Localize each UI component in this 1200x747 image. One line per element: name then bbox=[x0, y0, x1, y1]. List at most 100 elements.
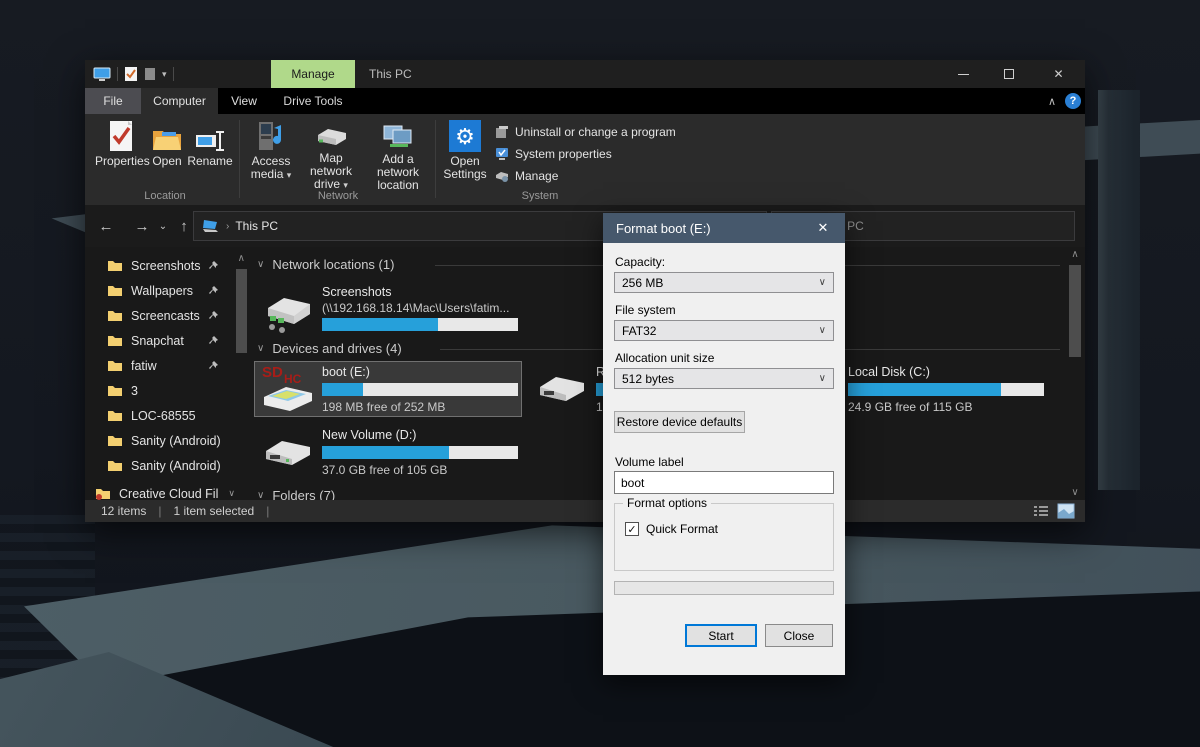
sidebar-item-loc-68555[interactable]: LOC-68555 bbox=[85, 403, 249, 428]
this-pc-icon bbox=[202, 219, 220, 233]
content-area: Screenshots Wallpapers Screencasts Snapc… bbox=[85, 247, 1085, 500]
capacity-bar bbox=[848, 383, 1044, 396]
sidebar-item-fatiw[interactable]: fatiw bbox=[85, 353, 249, 378]
filesystem-select[interactable]: FAT32 ∨ bbox=[614, 320, 834, 341]
properties-icon bbox=[108, 118, 134, 152]
uninstall-program-item[interactable]: Uninstall or change a program bbox=[495, 122, 676, 142]
file-explorer-window: ▾ Manage This PC ✕ File Computer View Dr… bbox=[85, 60, 1085, 522]
add-network-location-button[interactable]: Add a network location bbox=[365, 118, 431, 192]
dialog-close-button[interactable]: ✕ bbox=[809, 213, 837, 243]
svg-text:HC: HC bbox=[284, 372, 302, 386]
capacity-select[interactable]: 256 MB ∨ bbox=[614, 272, 834, 293]
allocation-select[interactable]: 512 bytes ∨ bbox=[614, 368, 834, 389]
settings-gear-icon: ⚙ bbox=[449, 118, 481, 152]
sidebar-item-3[interactable]: 3 bbox=[85, 378, 249, 403]
system-properties-label: System properties bbox=[515, 147, 612, 161]
help-button[interactable]: ? bbox=[1065, 93, 1081, 109]
sidebar-item-label: Snapchat bbox=[131, 334, 184, 348]
section-devices-drives[interactable]: ∨ Devices and drives (4) bbox=[257, 341, 402, 356]
sidebar-item-wallpapers[interactable]: Wallpapers bbox=[85, 278, 249, 303]
sidebar-item-sanity-android-1[interactable]: Sanity (Android) bbox=[85, 428, 249, 453]
sidebar-item-label: Sanity (Android) bbox=[131, 459, 221, 473]
ribbon: Properties Open Rename Access media ▾ bbox=[85, 114, 1085, 205]
section-network-locations[interactable]: ∨ Network locations (1) bbox=[257, 257, 394, 272]
tab-view[interactable]: View bbox=[218, 88, 270, 114]
forward-button[interactable]: → bbox=[129, 213, 155, 239]
quick-format-option[interactable]: ✓ Quick Format bbox=[625, 522, 718, 536]
items-count: 12 items bbox=[101, 504, 146, 518]
minimize-button[interactable] bbox=[940, 60, 986, 88]
sidebar-scrollbar-thumb[interactable] bbox=[236, 269, 247, 353]
divider bbox=[435, 120, 436, 198]
volume-label: Volume label bbox=[615, 455, 684, 469]
capacity-label: Capacity: bbox=[615, 255, 665, 269]
chevron-up-icon: ∧ bbox=[1048, 95, 1056, 108]
start-button[interactable]: Start bbox=[685, 624, 757, 647]
format-options-group: Format options ✓ Quick Format bbox=[614, 503, 834, 571]
properties-quick-icon[interactable] bbox=[124, 66, 138, 82]
sidebar-item-snapchat[interactable]: Snapchat bbox=[85, 328, 249, 353]
system-group-label: System bbox=[455, 190, 625, 202]
folder-icon bbox=[107, 359, 123, 372]
drive-caption: 37.0 GB free of 105 GB bbox=[322, 463, 447, 477]
system-properties-item[interactable]: System properties bbox=[495, 144, 612, 164]
thumbnail-view-icon[interactable] bbox=[1057, 503, 1075, 519]
chevron-down-icon: ∨ bbox=[819, 277, 826, 288]
sidebar-item-screencasts[interactable]: Screencasts bbox=[85, 303, 249, 328]
quick-format-label: Quick Format bbox=[646, 522, 718, 536]
sidebar-scroll-up-icon[interactable]: ∧ bbox=[238, 253, 245, 264]
sidebar-item-screenshots[interactable]: Screenshots bbox=[85, 253, 249, 278]
tab-drive-tools[interactable]: Drive Tools bbox=[270, 88, 356, 114]
divider: | bbox=[158, 504, 161, 518]
manage-item[interactable]: Manage bbox=[495, 166, 558, 186]
rename-button[interactable]: Rename bbox=[185, 118, 235, 192]
uninstall-label: Uninstall or change a program bbox=[515, 125, 676, 139]
chevron-down-icon: ⌄ bbox=[159, 221, 167, 232]
folder-icon bbox=[107, 434, 123, 447]
section-folders[interactable]: ∨ Folders (7) bbox=[257, 488, 335, 500]
window-title: This PC bbox=[369, 60, 412, 88]
dialog-title: Format boot (E:) bbox=[616, 221, 711, 236]
dialog-close-action-button[interactable]: Close bbox=[765, 624, 833, 647]
navigation-pane: Screenshots Wallpapers Screencasts Snapc… bbox=[85, 247, 249, 500]
recent-locations-button[interactable]: ⌄ bbox=[153, 213, 173, 239]
format-progress-bar bbox=[614, 581, 834, 595]
open-button[interactable]: Open bbox=[149, 118, 185, 192]
network-drive-icon bbox=[314, 118, 348, 149]
svg-text:⚙: ⚙ bbox=[455, 124, 475, 149]
volume-label-input[interactable] bbox=[614, 471, 834, 494]
scrollbar-thumb[interactable] bbox=[1069, 265, 1081, 357]
filesystem-value: FAT32 bbox=[622, 324, 656, 338]
quick-format-checkbox[interactable]: ✓ bbox=[625, 522, 639, 536]
scroll-up-icon[interactable]: ∧ bbox=[1068, 249, 1082, 260]
restore-defaults-button[interactable]: Restore device defaults bbox=[614, 411, 745, 433]
drive-caption: 24.9 GB free of 115 GB bbox=[848, 400, 973, 414]
sidebar-item-creative-cloud[interactable]: Creative Cloud Fil ∨ bbox=[85, 481, 249, 500]
sdhc-card-icon: SD HC bbox=[260, 363, 316, 413]
network-group-label: Network bbox=[245, 190, 431, 202]
pin-icon bbox=[208, 285, 219, 296]
new-folder-quick-icon[interactable] bbox=[144, 67, 156, 81]
tab-computer[interactable]: Computer bbox=[141, 88, 218, 114]
open-settings-button[interactable]: ⚙ Open Settings bbox=[441, 118, 489, 192]
scroll-down-icon[interactable]: ∨ bbox=[1068, 487, 1082, 498]
explorer-icon bbox=[93, 67, 111, 82]
sidebar-item-sanity-android-2[interactable]: Sanity (Android) bbox=[85, 453, 249, 478]
manage-ribbon-tab[interactable]: Manage bbox=[271, 60, 355, 88]
qat-customize-icon[interactable]: ▾ bbox=[162, 69, 167, 80]
capacity-bar bbox=[322, 446, 518, 459]
close-button[interactable]: ✕ bbox=[1032, 60, 1085, 88]
back-button[interactable]: ← bbox=[93, 213, 119, 239]
manage-icon bbox=[495, 169, 509, 183]
collapse-ribbon-button[interactable]: ∧ bbox=[1040, 88, 1064, 114]
main-scrollbar[interactable]: ∧ ∨ bbox=[1068, 247, 1082, 500]
access-media-button[interactable]: Access media ▾ bbox=[245, 118, 297, 192]
map-network-drive-button[interactable]: Map network drive ▾ bbox=[299, 118, 363, 192]
title-bar[interactable]: ▾ Manage This PC ✕ bbox=[85, 60, 1085, 88]
maximize-button[interactable] bbox=[986, 60, 1032, 88]
tab-file[interactable]: File bbox=[85, 88, 141, 114]
properties-button[interactable]: Properties bbox=[95, 118, 147, 192]
network-drive-icon bbox=[262, 292, 314, 336]
details-view-icon[interactable] bbox=[1033, 503, 1049, 519]
sidebar-item-label: Sanity (Android) bbox=[131, 434, 221, 448]
